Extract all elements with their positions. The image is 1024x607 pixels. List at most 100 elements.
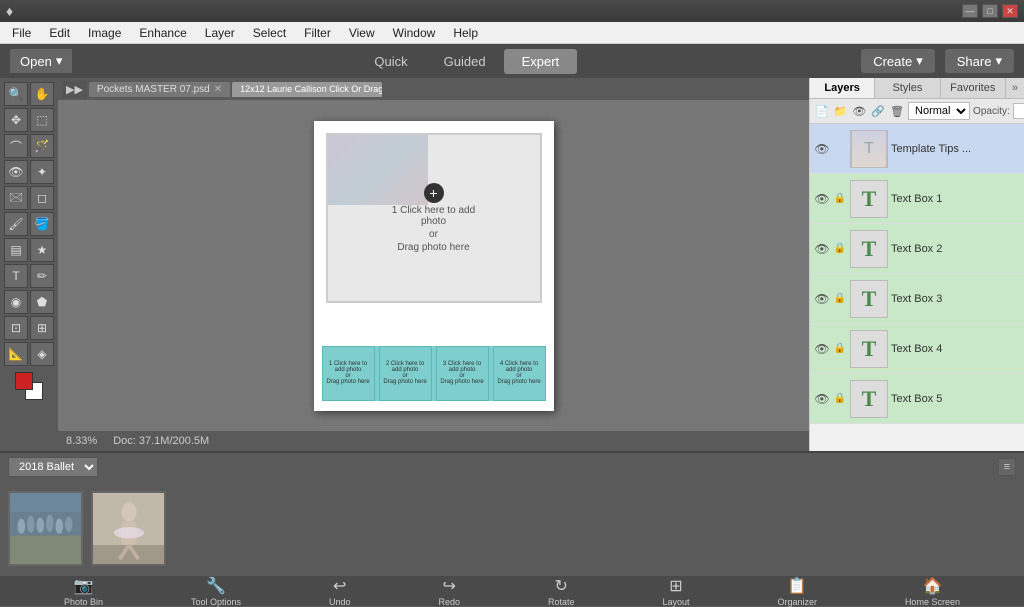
panel-more-button[interactable]: » xyxy=(1006,78,1024,98)
tool-crop[interactable]: ⊡ xyxy=(4,316,28,340)
action-layout[interactable]: ⊞ Layout xyxy=(662,576,689,607)
tool-pencil[interactable]: ✏ xyxy=(30,264,54,288)
photo-thumb-ballet-solo[interactable] xyxy=(91,491,166,566)
tool-recompose[interactable]: ⊞ xyxy=(30,316,54,340)
layer-item-text-box-4[interactable]: 👁 🔒 T Text Box 4 xyxy=(810,324,1024,374)
maximize-button[interactable]: □ xyxy=(982,4,998,18)
tool-eraser[interactable]: ◻ xyxy=(30,186,54,210)
opacity-input[interactable] xyxy=(1013,103,1024,119)
tool-zoom[interactable]: 🔍 xyxy=(4,82,28,106)
menu-filter[interactable]: Filter xyxy=(296,24,339,42)
tab-1-close[interactable]: ✕ xyxy=(214,84,222,95)
tool-blur[interactable]: ◉ xyxy=(4,290,28,314)
tool-brush[interactable]: 🖌 xyxy=(4,212,28,236)
layer-visibility-text-box-1[interactable]: 👁 xyxy=(814,191,830,207)
layer-item-text-box-3[interactable]: 👁 🔒 T Text Box 3 xyxy=(810,274,1024,324)
layer-visibility-template-tips[interactable]: 👁 xyxy=(814,141,830,157)
layer-visibility-text-box-4[interactable]: 👁 xyxy=(814,341,830,357)
color-swatches[interactable] xyxy=(15,372,43,400)
action-photobin[interactable]: 📷 Photo Bin xyxy=(64,576,103,607)
pocket-3[interactable]: 3 Click here to add photoorDrag photo he… xyxy=(436,346,489,401)
open-button[interactable]: Open ▾ xyxy=(10,49,72,73)
layer-eye-btn[interactable]: 👁 xyxy=(851,102,867,120)
doc-tab-1[interactable]: Pockets MASTER 07.psd ✕ xyxy=(89,82,230,97)
tool-clone[interactable]: 🖂 xyxy=(4,186,28,210)
action-bar: 📷 Photo Bin 🔧 Tool Options ↩ Undo ↪ Redo… xyxy=(0,576,1024,606)
menu-window[interactable]: Window xyxy=(385,24,444,42)
layer-type-icon-1: T xyxy=(862,186,877,212)
layer-item-text-box-5[interactable]: 👁 🔒 T Text Box 5 xyxy=(810,374,1024,424)
blend-mode-select[interactable]: Normal xyxy=(908,102,970,120)
album-select[interactable]: 2018 Ballet xyxy=(8,457,98,477)
layer-item-text-box-2[interactable]: 👁 🔒 T Text Box 2 xyxy=(810,224,1024,274)
tool-move[interactable]: ✥ xyxy=(4,108,28,132)
tab-expert[interactable]: Expert xyxy=(504,49,578,74)
undo-icon: ↩ xyxy=(333,576,346,596)
action-homescreen-label: Home Screen xyxy=(905,597,960,607)
tool-select-rect[interactable]: ⬚ xyxy=(30,108,54,132)
tab-quick[interactable]: Quick xyxy=(356,49,425,74)
tool-ruler[interactable]: 📐 xyxy=(4,342,28,366)
tool-text[interactable]: T xyxy=(4,264,28,288)
tab-styles[interactable]: Styles xyxy=(875,78,940,98)
title-bar-left: ♦ xyxy=(6,3,13,19)
doc-tab-2[interactable]: 12x12 Laurie Callison Click Or Drag Larg… xyxy=(232,82,382,97)
pocket-4[interactable]: 4 Click here to add photoorDrag photo he… xyxy=(493,346,546,401)
photo-thumb-ballet-group[interactable] xyxy=(8,491,83,566)
tool-paint-bucket[interactable]: 🪣 xyxy=(30,212,54,236)
layer-item-text-box-1[interactable]: 👁 🔒 T Text Box 1 xyxy=(810,174,1024,224)
layer-del-btn[interactable]: 🗑 xyxy=(889,102,905,120)
tool-hand[interactable]: ✋ xyxy=(30,82,54,106)
photo-strip xyxy=(0,481,1024,576)
layer-item-template-tips[interactable]: 👁 T Template Tips ... xyxy=(810,124,1024,174)
panel-tabs: Layers Styles Favorites » xyxy=(810,78,1024,99)
menu-image[interactable]: Image xyxy=(80,24,129,42)
layer-visibility-text-box-5[interactable]: 👁 xyxy=(814,391,830,407)
minimize-button[interactable]: — xyxy=(962,4,978,18)
tool-3d[interactable]: ◈ xyxy=(30,342,54,366)
layer-link-btn[interactable]: 🔗 xyxy=(870,102,886,120)
tool-custom-shape[interactable]: ★ xyxy=(30,238,54,262)
share-button[interactable]: Share ▾ xyxy=(945,49,1014,73)
photo-drop-zone[interactable]: + 1 Click here to add photo or Drag phot… xyxy=(326,133,542,303)
tool-eye[interactable]: 👁 xyxy=(4,160,28,184)
tab-layers[interactable]: Layers xyxy=(810,78,875,98)
layer-visibility-text-box-3[interactable]: 👁 xyxy=(814,291,830,307)
menu-layer[interactable]: Layer xyxy=(197,24,243,42)
foreground-color[interactable] xyxy=(15,372,33,390)
tool-lasso[interactable]: ⌒ xyxy=(4,134,28,158)
menu-file[interactable]: File xyxy=(4,24,39,42)
action-undo[interactable]: ↩ Undo xyxy=(329,576,351,607)
bottom-menu-btn[interactable]: ≡ xyxy=(998,458,1016,476)
action-redo[interactable]: ↪ Redo xyxy=(438,576,460,607)
layer-group-btn[interactable]: 📁 xyxy=(833,102,849,120)
menu-select[interactable]: Select xyxy=(245,24,294,42)
layer-type-icon-5: T xyxy=(862,386,877,412)
close-button[interactable]: ✕ xyxy=(1002,4,1018,18)
layer-visibility-text-box-2[interactable]: 👁 xyxy=(814,241,830,257)
tool-heal[interactable]: ✦ xyxy=(30,160,54,184)
pocket-2[interactable]: 2 Click here to add photoorDrag photo he… xyxy=(379,346,432,401)
tab-scroll-arrows[interactable]: ▶▶ xyxy=(62,81,87,98)
layer-name-text-box-4: Text Box 4 xyxy=(891,343,1020,355)
create-button[interactable]: Create ▾ xyxy=(861,49,935,73)
layer-lock-template-tips xyxy=(833,142,847,156)
layer-lock-text-box-3: 🔒 xyxy=(833,292,847,306)
tab-guided[interactable]: Guided xyxy=(426,49,504,74)
tab-favorites[interactable]: Favorites xyxy=(941,78,1006,98)
tool-magic-wand[interactable]: 🪄 xyxy=(30,134,54,158)
right-panel: Layers Styles Favorites » 📄 📁 👁 🔗 🗑 Norm… xyxy=(809,78,1024,451)
menu-view[interactable]: View xyxy=(341,24,383,42)
action-rotate[interactable]: ↻ Rotate xyxy=(548,576,575,607)
menu-edit[interactable]: Edit xyxy=(41,24,78,42)
tool-gradient[interactable]: ▤ xyxy=(4,238,28,262)
action-organizer[interactable]: 📋 Organizer xyxy=(777,576,817,607)
menu-help[interactable]: Help xyxy=(445,24,486,42)
layer-thumb-template-tips: T xyxy=(850,130,888,168)
pocket-1[interactable]: 1 Click here to add photoorDrag photo he… xyxy=(322,346,375,401)
action-homescreen[interactable]: 🏠 Home Screen xyxy=(905,576,960,607)
tool-sponge[interactable]: ⬟ xyxy=(30,290,54,314)
menu-enhance[interactable]: Enhance xyxy=(131,24,194,42)
layer-new-btn[interactable]: 📄 xyxy=(814,102,830,120)
action-tooloptions[interactable]: 🔧 Tool Options xyxy=(191,576,241,607)
